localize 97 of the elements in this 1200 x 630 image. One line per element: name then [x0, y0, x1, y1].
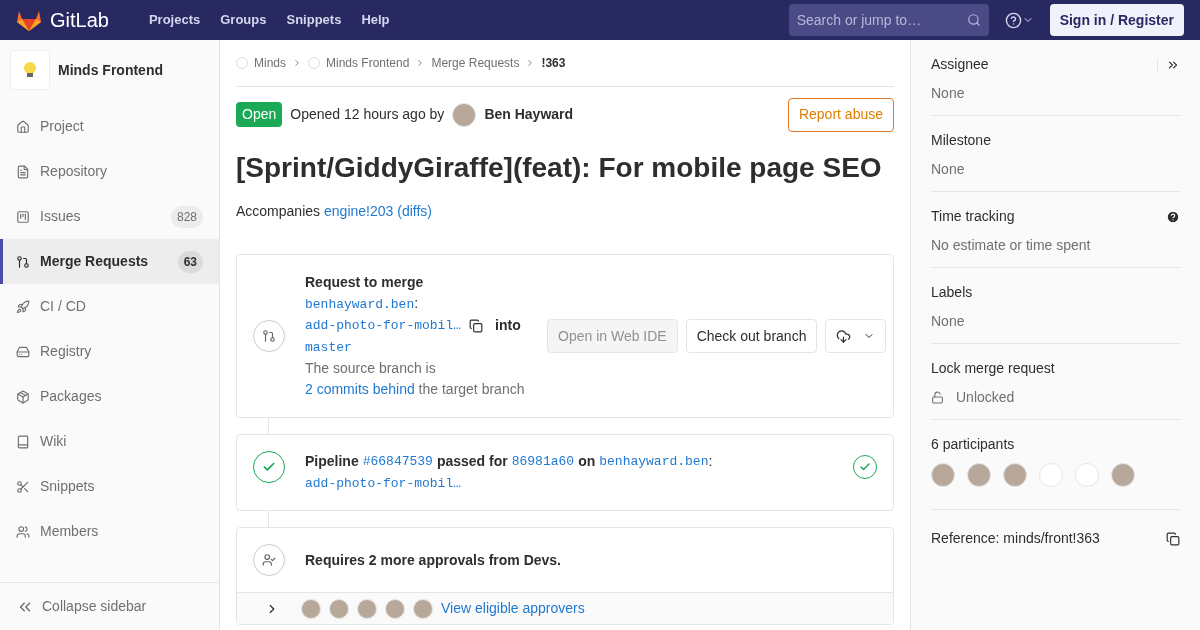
help-icon[interactable]: [1166, 209, 1180, 224]
sidebar-item[interactable]: Merge Requests 63: [0, 239, 219, 284]
branch-action-button[interactable]: Check out branch: [685, 319, 818, 353]
avatar[interactable]: [385, 598, 405, 619]
nav-icon: [16, 389, 30, 404]
nav-icon: [16, 164, 30, 179]
separator-text: :: [414, 295, 419, 311]
section-value: None: [931, 312, 965, 331]
commits-behind-link[interactable]: 2 commits behind: [305, 381, 415, 397]
branch-link[interactable]: add-photo-for-mobil…: [305, 315, 462, 336]
nav-link[interactable]: Help: [353, 10, 398, 30]
approvals-text: Requires 2 more approvals from Devs.: [305, 550, 561, 570]
avatar[interactable]: [329, 598, 349, 619]
section-title: Assignee: [931, 55, 989, 74]
widget-title: Request to merge: [305, 273, 425, 292]
section-title: Lock merge request: [931, 359, 1055, 378]
description-text: Accompanies: [236, 202, 321, 221]
section-title: 6 participants: [931, 436, 1015, 452]
lightbulb-icon: [23, 61, 37, 79]
avatar[interactable]: [967, 463, 991, 487]
breadcrumb-link[interactable]: Merge Requests: [431, 54, 520, 72]
author-link[interactable]: Ben Hayward: [484, 104, 574, 125]
section-value: None: [931, 84, 965, 103]
sidebar-item[interactable]: Wiki: [0, 419, 219, 464]
branch-link[interactable]: add-photo-for-mobil…: [305, 476, 462, 491]
description-link[interactable]: engine!203 (diffs): [324, 201, 432, 222]
project-name[interactable]: Minds Frontend: [58, 59, 163, 81]
nav-icon: [16, 299, 30, 314]
collapse-sidebar-button[interactable]: Collapse sidebar: [0, 582, 219, 630]
unlocked-icon: [931, 391, 944, 404]
avatar[interactable]: [1003, 463, 1027, 487]
branch-status-text: The source branch is 2 commits behind the target branch: [305, 359, 526, 399]
nav-icon: [16, 344, 30, 359]
view-approvers-link[interactable]: View eligible approvers: [441, 598, 585, 619]
avatar[interactable]: [1111, 463, 1135, 487]
avatar[interactable]: [452, 102, 477, 127]
avatar[interactable]: [357, 598, 377, 619]
nav-link[interactable]: Snippets: [278, 10, 350, 30]
sidebar-item[interactable]: CI / CD: [0, 284, 219, 329]
sidebar-item[interactable]: Packages: [0, 374, 219, 419]
on-text: on: [578, 452, 596, 471]
help-dropdown-button[interactable]: [1004, 11, 1034, 29]
avatar-placeholder[interactable]: [1039, 463, 1063, 487]
nav-icon: [16, 119, 30, 134]
status-badge: Open: [236, 102, 283, 127]
group-avatar: [236, 57, 248, 69]
opened-text: Opened 12 hours ago by: [290, 105, 445, 124]
download-dropdown-button[interactable]: [825, 319, 887, 353]
avatar[interactable]: [931, 463, 955, 487]
merge-request-title: [Sprint/GiddyGiraffe](feat): For mobile page SEO: [236, 151, 883, 185]
copy-icon[interactable]: [469, 318, 484, 333]
nav-link[interactable]: Projects: [140, 10, 209, 30]
reference-text: Reference: minds/front!363: [931, 529, 1100, 548]
into-text: into: [495, 316, 521, 335]
help-icon: [1004, 11, 1022, 29]
passed-text: passed for: [436, 452, 508, 471]
nav-link[interactable]: Groups: [212, 10, 275, 30]
sidebar-item[interactable]: Registry: [0, 329, 219, 374]
copy-icon[interactable]: [1166, 531, 1180, 546]
section-title: Time tracking: [931, 207, 1015, 226]
sidebar-item[interactable]: Repository: [0, 149, 219, 194]
nav-icon: [16, 479, 30, 494]
brand-link[interactable]: GitLab: [50, 5, 109, 35]
avatar[interactable]: [301, 598, 321, 619]
count-badge: 828: [170, 205, 203, 228]
cloud-download-icon: [836, 328, 852, 344]
search-icon: [966, 13, 981, 27]
section-value: Unlocked: [956, 388, 1015, 407]
sidebar-item[interactable]: Issues 828: [0, 194, 219, 239]
group-avatar: [308, 57, 320, 69]
section-value: None: [931, 160, 965, 179]
branch-link[interactable]: master: [305, 340, 352, 355]
breadcrumb-link[interactable]: Minds Frontend: [326, 54, 410, 72]
count-badge: 63: [177, 250, 203, 273]
breadcrumb-link[interactable]: Minds: [254, 54, 286, 72]
sidebar-item[interactable]: Members: [0, 509, 219, 554]
nav-icon: [16, 434, 30, 449]
commit-link[interactable]: 86981a60: [511, 451, 575, 472]
sign-in-button[interactable]: Sign in / Register: [1049, 4, 1184, 36]
report-abuse-button[interactable]: Report abuse: [787, 97, 894, 132]
project-avatar[interactable]: [10, 50, 50, 90]
section-title: Labels: [931, 283, 973, 302]
avatar[interactable]: [413, 598, 433, 619]
chevron-icon: [292, 58, 302, 68]
avatar-placeholder[interactable]: [1075, 463, 1099, 487]
pipeline-label: Pipeline: [305, 452, 359, 471]
section-value: No estimate or time spent: [931, 236, 1091, 255]
nav-icon: [16, 524, 30, 539]
search-field[interactable]: Search or jump to…: [788, 4, 989, 36]
pipeline-link[interactable]: #66847539: [362, 451, 433, 472]
section-title: Milestone: [931, 131, 991, 150]
sidebar-item[interactable]: Project: [0, 104, 219, 149]
nav-icon: [16, 209, 30, 224]
separator-text: :: [708, 452, 713, 471]
sidebar-item[interactable]: Snippets: [0, 464, 219, 509]
nav-icon: [16, 254, 30, 269]
breadcrumb-link[interactable]: !363: [541, 54, 566, 72]
